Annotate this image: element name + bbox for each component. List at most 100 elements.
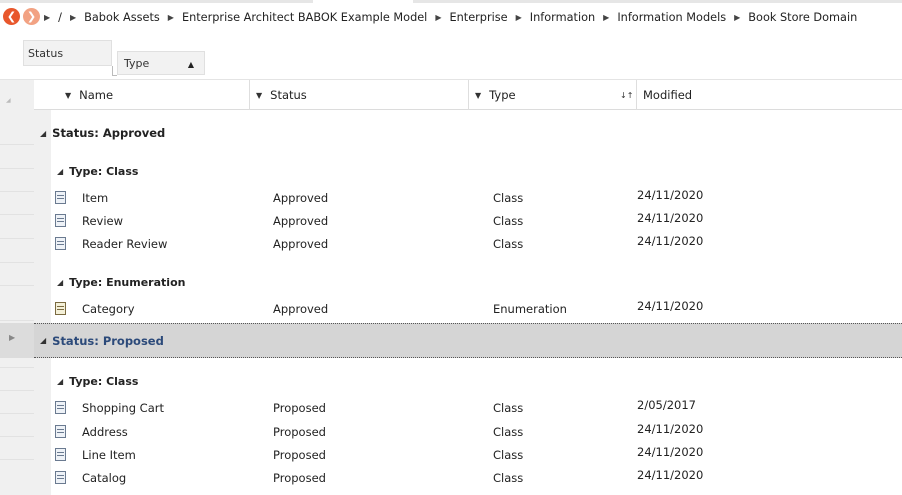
column-divider[interactable]	[468, 80, 469, 110]
sort-toggle-icon[interactable]: ↓↑	[620, 91, 633, 100]
group-label: Type: Class	[69, 164, 139, 178]
group-row-status-approved[interactable]: ◢ Status: Approved	[34, 116, 902, 150]
sort-ascending-icon[interactable]: ▲	[188, 60, 194, 69]
group-row-type-class[interactable]: ◢ Type: Class	[51, 369, 902, 393]
cell-status: Approved	[273, 191, 329, 205]
cell-type: Class	[493, 448, 524, 462]
column-header-status[interactable]: ▼ Status	[256, 80, 307, 110]
class-element-icon	[55, 237, 66, 250]
cell-type: Class	[493, 471, 524, 485]
back-icon[interactable]: ❮	[3, 8, 20, 25]
cell-status: Proposed	[273, 425, 326, 439]
cell-name: Catalog	[82, 471, 127, 485]
breadcrumb-separator-icon: ▶	[603, 12, 610, 22]
cell-modified: 24/11/2020	[637, 299, 704, 313]
table-row[interactable]: Address Proposed Class 24/11/2020	[51, 420, 902, 443]
filter-dropdown-icon[interactable]: ▼	[65, 91, 71, 100]
cell-name: Category	[82, 302, 135, 316]
filter-dropdown-icon[interactable]: ▼	[475, 91, 481, 100]
breadcrumb-bar: ❮ ❯ ▶ / ▶ Babok Assets ▶ Enterprise Arch…	[0, 0, 902, 37]
class-element-icon	[55, 214, 66, 227]
breadcrumb-item[interactable]: Information	[530, 11, 595, 24]
cell-modified: 24/11/2020	[637, 211, 704, 225]
breadcrumb-item[interactable]: Babok Assets	[84, 11, 160, 24]
column-header-label: Type	[489, 88, 516, 102]
cell-type: Class	[493, 237, 524, 251]
cell-status: Approved	[273, 214, 329, 228]
column-header-sort[interactable]: ↓↑	[620, 80, 633, 110]
row-selector[interactable]: ▶	[0, 323, 34, 358]
breadcrumb-separator-icon: ▶	[44, 12, 51, 22]
class-element-icon	[55, 425, 66, 438]
breadcrumb-separator-icon: ▶	[69, 12, 77, 22]
breadcrumb-item[interactable]: Book Store Domain	[748, 11, 857, 24]
group-label: Status: Approved	[52, 126, 166, 140]
column-divider[interactable]	[249, 80, 250, 110]
breadcrumb-separator-icon: ▶	[734, 12, 741, 22]
cell-modified: 24/11/2020	[637, 422, 704, 436]
breadcrumb-item[interactable]: Enterprise Architect BABOK Example Model	[182, 11, 427, 24]
cell-status: Approved	[273, 302, 329, 316]
cell-status: Approved	[273, 237, 329, 251]
column-header-type[interactable]: ▼ Type	[475, 80, 516, 110]
column-header-modified[interactable]: Modified	[643, 80, 692, 110]
column-divider[interactable]	[636, 80, 637, 110]
breadcrumb-separator-icon: ▶	[167, 12, 174, 22]
group-label: Status: Proposed	[52, 333, 164, 348]
group-label: Type: Class	[69, 374, 139, 388]
current-row-icon: ▶	[9, 333, 16, 342]
group-label: Type: Enumeration	[69, 275, 186, 289]
class-element-icon	[55, 401, 66, 414]
cell-modified: 2/05/2017	[637, 398, 696, 412]
cell-type: Class	[493, 425, 524, 439]
breadcrumb-item[interactable]: Enterprise	[449, 11, 507, 24]
breadcrumb-separator-icon: ▶	[515, 12, 522, 22]
cell-modified: 24/11/2020	[637, 445, 704, 459]
breadcrumb-separator-icon: ▶	[435, 12, 442, 22]
cell-name: Item	[82, 191, 109, 205]
grid-corner[interactable]: ◢	[0, 80, 34, 110]
cell-type: Class	[493, 401, 524, 415]
cell-name: Shopping Cart	[82, 401, 164, 415]
table-row[interactable]: Review Approved Class 24/11/2020	[51, 209, 902, 232]
cell-status: Proposed	[273, 471, 326, 485]
table-row[interactable]: Catalog Proposed Class 24/11/2020	[51, 466, 902, 489]
group-by-chip-status[interactable]: Status	[23, 40, 112, 66]
column-header-label: Name	[79, 88, 114, 102]
breadcrumb-root[interactable]: /	[58, 11, 62, 24]
cell-type: Enumeration	[493, 302, 567, 316]
breadcrumb-item[interactable]: Information Models	[617, 11, 726, 24]
group-by-panel: Status Type ▲	[0, 37, 902, 79]
cell-status: Proposed	[273, 448, 326, 462]
cell-modified: 24/11/2020	[637, 188, 704, 202]
cell-name: Line Item	[82, 448, 136, 462]
cell-modified: 24/11/2020	[637, 468, 704, 482]
collapse-triangle-icon[interactable]: ◢	[57, 377, 63, 386]
group-by-chip-type[interactable]: Type ▲	[117, 51, 205, 75]
collapse-triangle-icon[interactable]: ◢	[57, 167, 63, 176]
group-row-type-class[interactable]: ◢ Type: Class	[51, 159, 902, 183]
collapse-triangle-icon[interactable]: ◢	[40, 129, 46, 138]
class-element-icon	[55, 448, 66, 461]
filter-dropdown-icon[interactable]: ▼	[256, 91, 262, 100]
cell-type: Class	[493, 214, 524, 228]
cell-name: Reader Review	[82, 237, 168, 251]
forward-icon[interactable]: ❯	[23, 8, 40, 25]
cell-name: Address	[82, 425, 128, 439]
grid-header: ◢ ▼ Name ▼ Status ▼ Type ↓↑ Modified	[0, 79, 902, 110]
cell-modified: 24/11/2020	[637, 234, 704, 248]
table-row[interactable]: Reader Review Approved Class 24/11/2020	[51, 232, 902, 255]
collapse-triangle-icon[interactable]: ◢	[57, 278, 63, 287]
group-row-status-proposed[interactable]: ◢ Status: Proposed	[34, 323, 902, 358]
table-row[interactable]: Line Item Proposed Class 24/11/2020	[51, 443, 902, 466]
column-header-label: Status	[270, 88, 307, 102]
column-header-name[interactable]: ▼ Name	[65, 80, 113, 110]
row-gutter	[0, 110, 51, 495]
cell-status: Proposed	[273, 401, 326, 415]
table-row[interactable]: Category Approved Enumeration 24/11/2020	[51, 297, 902, 320]
table-row[interactable]: Shopping Cart Proposed Class 2/05/2017	[51, 396, 902, 419]
group-row-type-enumeration[interactable]: ◢ Type: Enumeration	[51, 270, 902, 294]
table-row[interactable]: Item Approved Class 24/11/2020	[51, 186, 902, 209]
collapse-triangle-icon[interactable]: ◢	[40, 336, 46, 345]
column-header-label: Modified	[643, 88, 693, 102]
